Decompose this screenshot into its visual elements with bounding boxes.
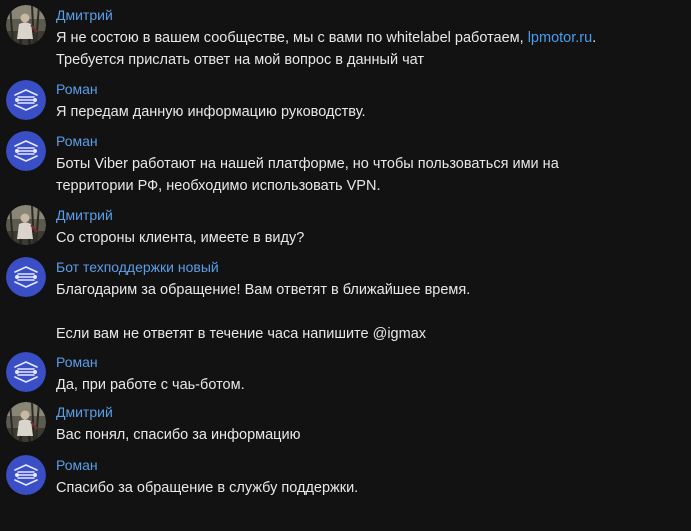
message-line: Боты Viber работают на нашей платформе, …: [56, 153, 681, 175]
message-line-text: .: [592, 30, 597, 46]
message-text: Да, при работе с чаь-ботом.: [56, 374, 681, 396]
bot-avatar-icon[interactable]: [6, 131, 46, 171]
message-line-text: Если вам не ответят в течение часа напиш…: [56, 326, 427, 342]
message-line-text: Спасибо за обращение в службу поддержки.: [56, 480, 359, 496]
message-author[interactable]: Роман: [56, 457, 98, 474]
message-link[interactable]: lpmotor.ru: [528, 30, 592, 46]
message-line: [56, 301, 681, 323]
message-line: Да, при работе с чаь-ботом.: [56, 374, 681, 396]
message-text: Я передам данную информацию руководству.: [56, 101, 681, 123]
message-text: Боты Viber работают на нашей платформе, …: [56, 153, 681, 197]
message-author[interactable]: Дмитрий: [56, 7, 113, 24]
message-author[interactable]: Роман: [56, 133, 98, 150]
user-avatar[interactable]: [6, 205, 46, 245]
message-line: Спасибо за обращение в службу поддержки.: [56, 477, 681, 499]
message-line: Требуется прислать ответ на мой вопрос в…: [56, 49, 681, 71]
message-line-text: Благодарим за обращение! Вам ответят в б…: [56, 282, 471, 298]
message-text: Со стороны клиента, имеете в виду?: [56, 227, 681, 249]
message-line-text: Вас понял, спасибо за информацию: [56, 427, 301, 443]
message-line: Я не состою в вашем сообществе, мы с вам…: [56, 27, 681, 49]
bot-avatar-icon[interactable]: [6, 455, 46, 495]
message-line: Вас понял, спасибо за информацию: [56, 424, 681, 446]
bot-avatar-icon[interactable]: [6, 352, 46, 392]
message-line: Если вам не ответят в течение часа напиш…: [56, 323, 681, 345]
message-text: Вас понял, спасибо за информацию: [56, 424, 681, 446]
message-line: Со стороны клиента, имеете в виду?: [56, 227, 681, 249]
message-author[interactable]: Роман: [56, 354, 98, 371]
message-line-text: Да, при работе с чаь-ботом.: [56, 377, 245, 393]
message-author[interactable]: Дмитрий: [56, 207, 113, 224]
message-author[interactable]: Роман: [56, 81, 98, 98]
message-line-text: территории РФ, необходимо использовать V…: [56, 178, 381, 194]
message-line-text: Я передам данную информацию руководству.: [56, 104, 366, 120]
message-line-text: Со стороны клиента, имеете в виду?: [56, 230, 305, 246]
message-author[interactable]: Бот техподдержки новый: [56, 259, 219, 276]
message-line-text: Требуется прислать ответ на мой вопрос в…: [56, 52, 425, 68]
message-line-text: Я не состою в вашем сообществе, мы с вам…: [56, 30, 528, 46]
message-line: территории РФ, необходимо использовать V…: [56, 175, 681, 197]
user-avatar[interactable]: [6, 5, 46, 45]
message-line: Благодарим за обращение! Вам ответят в б…: [56, 279, 681, 301]
message-text: Я не состою в вашем сообществе, мы с вам…: [56, 27, 681, 71]
bot-avatar-icon[interactable]: [6, 257, 46, 297]
message-line-text: Боты Viber работают на нашей платформе, …: [56, 156, 559, 172]
message-text: Благодарим за обращение! Вам ответят в б…: [56, 279, 681, 345]
message-author[interactable]: Дмитрий: [56, 404, 113, 421]
user-avatar[interactable]: [6, 402, 46, 442]
message-text: Спасибо за обращение в службу поддержки.: [56, 477, 681, 499]
chat-message-list: Дмитрий Я не состою в вашем сообществе, м…: [0, 0, 691, 531]
bot-avatar-icon[interactable]: [6, 80, 46, 120]
message-line: Я передам данную информацию руководству.: [56, 101, 681, 123]
